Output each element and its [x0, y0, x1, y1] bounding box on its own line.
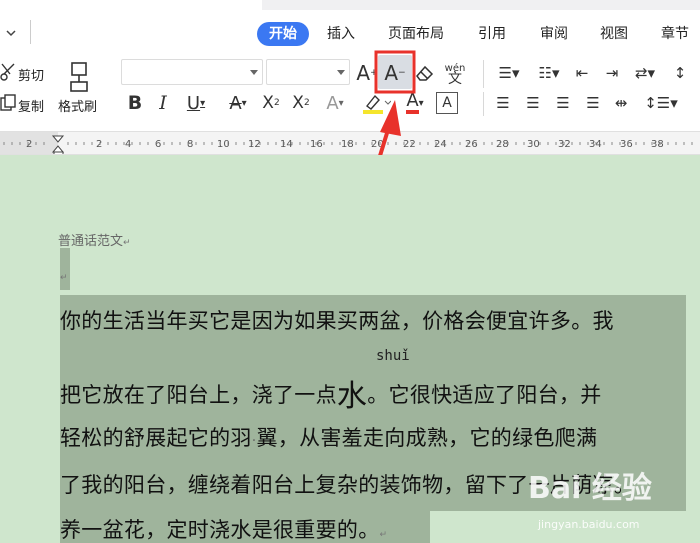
- line-3-end: 翼，从害羞走向成熟，它的绿色爬满: [256, 426, 598, 450]
- baidu-watermark: Bai 经验: [528, 471, 652, 506]
- document-heading: 普通话范文↵: [58, 230, 131, 249]
- text-line-1: 你的生活当年买它是因为如果买两盆，价格会便宜许多。我: [60, 309, 614, 333]
- paragraph-mark: ↵: [379, 530, 388, 540]
- watermark-url: jingyan.baidu.com: [538, 518, 640, 531]
- line-2-start: 把它放在了阳台上，浇了一点: [60, 383, 337, 407]
- arrow-head: [380, 100, 401, 136]
- line-2-end: 。它很快适应了阳台，并: [367, 383, 602, 407]
- line-5-text: 养一盆花，定时浇水是很重要的。: [60, 518, 380, 542]
- document-page[interactable]: 普通话范文↵ ↵ 你的生活当年买它是因为如果买两盆，价格会便宜许多。我 shuǐ…: [0, 155, 700, 543]
- selection-block: [60, 248, 70, 290]
- text-line-3: 轻松的舒展起它的羽·翼，从害羞走向成熟，它的绿色爬满: [60, 426, 598, 450]
- line-3-start: 轻松的舒展起它的羽: [60, 426, 252, 450]
- paragraph-mark: ↵: [60, 273, 68, 283]
- text-line-2: 把它放在了阳台上，浇了一点水。它很快适应了阳台，并: [60, 371, 602, 415]
- text-line-5: 养一盆花，定时浇水是很重要的。↵: [60, 514, 387, 543]
- highlight-box: [374, 50, 416, 94]
- paragraph-mark: ↵: [123, 238, 131, 248]
- line-2-big-char: 水: [336, 379, 368, 414]
- heading-text: 普通话范文: [58, 234, 124, 249]
- pinyin-annotation: shuǐ: [376, 348, 410, 364]
